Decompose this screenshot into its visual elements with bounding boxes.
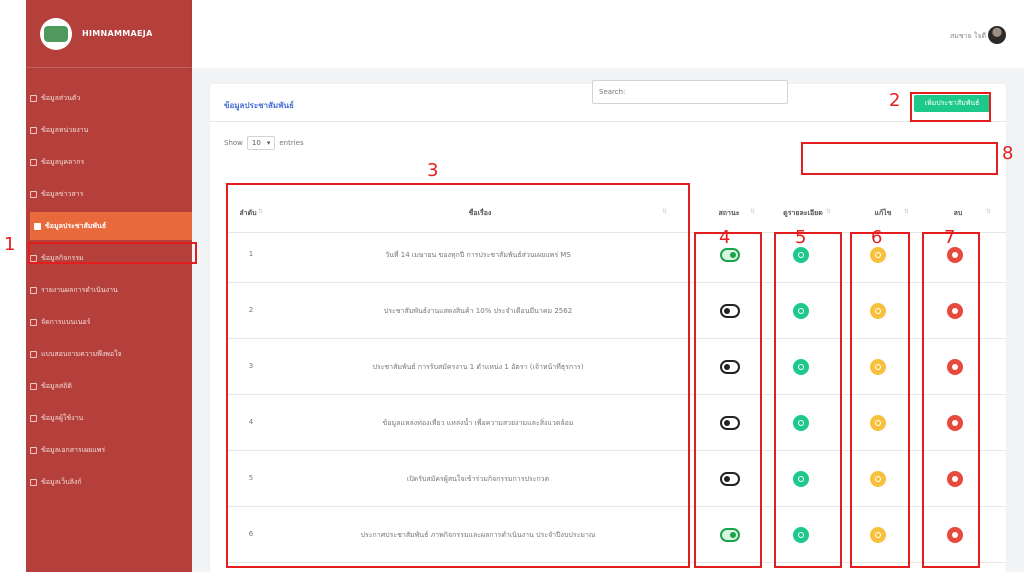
sidebar-item-5[interactable]: ข้อมูลประชาสัมพันธ์ (30, 212, 192, 240)
sidebar-item-4[interactable]: ข้อมูลข่าวสาร (26, 180, 192, 208)
brand[interactable]: HIMNAMMAEJA (26, 0, 192, 68)
annotation-box (801, 142, 998, 175)
show-entries: Show 10 ▾ entries (224, 136, 304, 150)
column-header[interactable]: ลบ (922, 208, 994, 219)
sidebar-item-2[interactable]: ข้อมูลหน่วยงาน (26, 116, 192, 144)
sidebar-item-13[interactable]: ข้อมูลเว็บลิงก์ (26, 468, 192, 496)
topbar: สมชาย ใจดี (192, 0, 1024, 68)
annotation-box (774, 232, 842, 568)
sidebar-item-1[interactable]: ข้อมูลส่วนตัว (26, 84, 192, 112)
sidebar-item-label: ข้อมูลประชาสัมพันธ์ (45, 221, 107, 230)
sidebar-item-8[interactable]: จัดการแบนเนอร์ (26, 308, 192, 336)
sidebar: HIMNAMMAEJA ข้อมูลส่วนตัวข้อมูลหน่วยงานข… (26, 0, 192, 572)
sidebar-item-7[interactable]: รายงานผลการดำเนินงาน (26, 276, 192, 304)
sidebar-item-label: ข้อมูลสถิติ (41, 381, 72, 390)
menu-item-icon (30, 126, 37, 134)
logo-icon (40, 17, 72, 50)
brand-name: HIMNAMMAEJA (82, 29, 153, 38)
menu-item-icon (30, 286, 37, 294)
annotation-box (694, 232, 762, 568)
sort-icon[interactable]: ⇅ (986, 208, 991, 215)
sidebar-item-label: ข้อมูลเอกสารเผยแพร่ (41, 445, 106, 454)
sort-icon[interactable]: ⇅ (904, 208, 909, 215)
column-header[interactable]: ดูรายละเอียด (772, 208, 834, 219)
sidebar-item-label: ข้อมูลบุคลากร (41, 157, 85, 166)
annotation-box (922, 232, 980, 568)
annotation-number: 5 (795, 227, 807, 248)
annotation-number: 3 (427, 160, 439, 181)
sidebar-item-label: จัดการแบนเนอร์ (41, 317, 91, 326)
annotation-box (850, 232, 910, 568)
annotation-box (28, 242, 197, 264)
menu-item-icon (30, 382, 37, 390)
sidebar-item-label: ข้อมูลเว็บลิงก์ (41, 477, 82, 486)
menu-item-icon (34, 222, 41, 230)
annotation-number: 7 (944, 227, 956, 248)
sidebar-item-3[interactable]: ข้อมูลบุคลากร (26, 148, 192, 176)
sidebar-item-9[interactable]: แบบสอบถามความพึงพอใจ (26, 340, 192, 368)
menu-item-icon (30, 190, 37, 198)
chevron-down-icon: ▾ (266, 139, 271, 147)
entries-value: 10 (251, 139, 261, 147)
menu-item-icon (30, 350, 37, 358)
sort-icon[interactable]: ⇅ (826, 208, 831, 215)
sidebar-item-label: แบบสอบถามความพึงพอใจ (41, 349, 122, 358)
avatar[interactable] (988, 26, 1006, 44)
sort-icon[interactable]: ⇅ (750, 208, 755, 215)
menu-item-icon (30, 318, 37, 326)
user-name[interactable]: สมชาย ใจดี (950, 31, 986, 42)
menu-item-icon (30, 478, 37, 486)
entries-label: entries (279, 139, 304, 147)
sidebar-item-label: รายงานผลการดำเนินงาน (41, 285, 118, 294)
sidebar-item-label: ข้อมูลข่าวสาร (41, 189, 84, 198)
sidebar-item-10[interactable]: ข้อมูลสถิติ (26, 372, 192, 400)
menu-item-icon (30, 414, 37, 422)
sidebar-item-11[interactable]: ข้อมูลผู้ใช้งาน (26, 404, 192, 432)
sidebar-item-label: ข้อมูลผู้ใช้งาน (41, 413, 84, 422)
annotation-number: 4 (719, 227, 731, 248)
annotation-number: 1 (4, 234, 16, 255)
annotation-box (910, 92, 991, 122)
annotation-box (226, 183, 690, 568)
annotation-number: 2 (889, 90, 901, 111)
sidebar-item-label: ข้อมูลหน่วยงาน (41, 125, 89, 134)
annotation-number: 6 (871, 227, 883, 248)
annotation-number: 8 (1002, 143, 1014, 164)
entries-select[interactable]: 10 ▾ (246, 136, 276, 150)
search-input[interactable] (592, 80, 788, 104)
menu-item-icon (30, 446, 37, 454)
sidebar-item-12[interactable]: ข้อมูลเอกสารเผยแพร่ (26, 436, 192, 464)
page-title: ข้อมูลประชาสัมพันธ์ (224, 101, 294, 110)
sidebar-item-label: ข้อมูลส่วนตัว (41, 93, 81, 102)
menu-item-icon (30, 158, 37, 166)
menu-item-icon (30, 94, 37, 102)
app-window: HIMNAMMAEJA ข้อมูลส่วนตัว ข้อมูลหน่วยงานข… (0, 0, 1024, 572)
show-label: Show (224, 139, 243, 147)
